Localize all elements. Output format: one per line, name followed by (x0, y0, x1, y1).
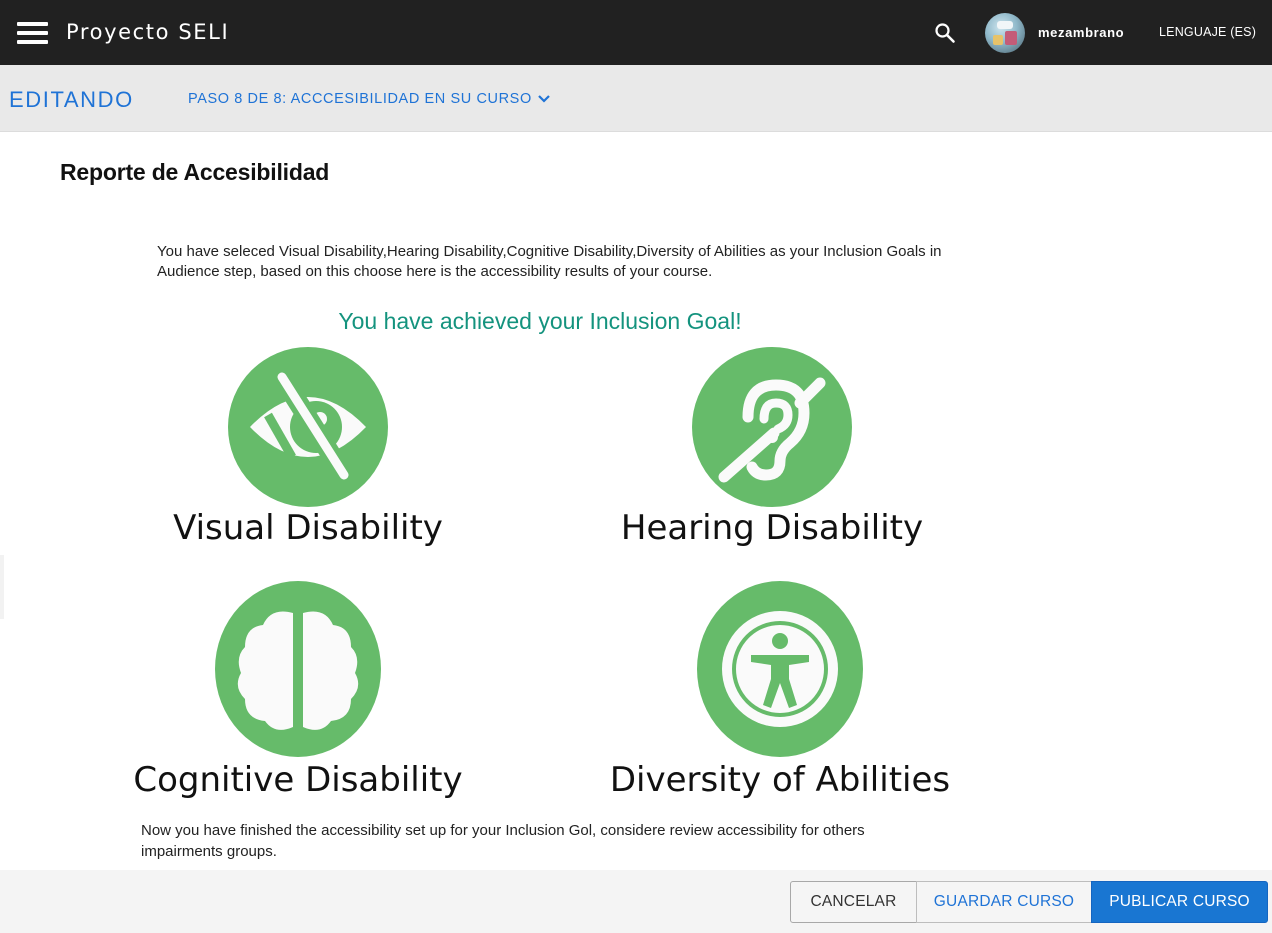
chevron-down-icon (538, 95, 550, 103)
ear-slash-icon (692, 347, 852, 507)
avatar[interactable] (985, 13, 1025, 53)
goal-label-visual: Visual Disability (173, 508, 443, 548)
goal-label-hearing: Hearing Disability (620, 508, 924, 548)
top-app-bar: Proyecto SELI mezambrano LENGUAJE (ES) (0, 0, 1272, 65)
goal-label-diversity: Diversity of Abilities (609, 760, 951, 800)
app-title: Proyecto SELI (66, 20, 230, 44)
search-icon[interactable] (934, 22, 956, 44)
eye-slash-icon (228, 347, 388, 507)
outro-text: Now you have finished the accessibility … (141, 822, 865, 860)
step-label: PASO 8 DE 8: ACCCESIBILIDAD EN SU CURSO (188, 91, 532, 107)
step-selector[interactable]: PASO 8 DE 8: ACCCESIBILIDAD EN SU CURSO (188, 91, 550, 107)
editing-label: EDITANDO (9, 87, 134, 112)
universal-access-icon (697, 581, 863, 757)
publish-course-button[interactable]: PUBLICAR CURSO (1091, 881, 1268, 923)
cancel-button[interactable]: CANCELAR (790, 881, 917, 923)
save-course-button[interactable]: GUARDAR CURSO (916, 881, 1092, 923)
goal-label-cognitive: Cognitive Disability (133, 760, 463, 800)
language-selector[interactable]: LENGUAJE (ES) (1159, 25, 1256, 39)
achievement-message: You have achieved your Inclusion Goal! (338, 308, 742, 334)
brain-icon (215, 581, 381, 757)
editor-header: EDITANDO PASO 8 DE 8: ACCCESIBILIDAD EN … (0, 65, 1272, 132)
page-title: Reporte de Accesibilidad (60, 159, 330, 185)
username[interactable]: mezambrano (1038, 25, 1124, 40)
hamburger-menu-icon[interactable] (17, 22, 48, 44)
intro-text: You have seleced Visual Disability,Heari… (157, 243, 942, 280)
side-drawer-handle[interactable] (0, 555, 4, 619)
